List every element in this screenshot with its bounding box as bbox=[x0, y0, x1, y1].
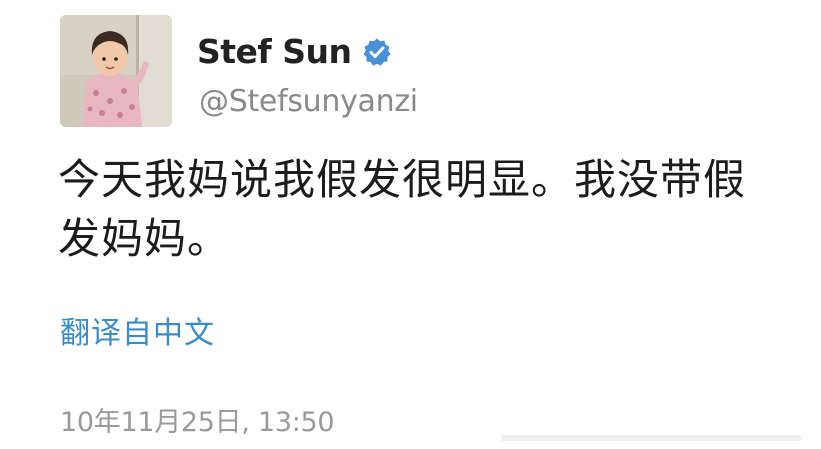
watermark bbox=[501, 430, 801, 444]
display-name[interactable]: Stef Sun bbox=[197, 30, 352, 74]
tweet-card: Stef Sun @Stefsunyanzi 今天我妈说我假发很明显。我没带假 … bbox=[0, 0, 821, 446]
avatar[interactable] bbox=[60, 15, 172, 127]
translate-link[interactable]: 翻译自中文 bbox=[60, 314, 215, 354]
avatar-photo bbox=[60, 15, 172, 127]
tweet-text: 今天我妈说我假发很明显。我没带假 发妈妈。 bbox=[58, 155, 747, 263]
user-handle[interactable]: @Stefsunyanzi bbox=[199, 82, 418, 122]
tweet-timestamp[interactable]: 10年11月25日, 13:50 bbox=[60, 405, 335, 441]
display-name-row: Stef Sun bbox=[197, 30, 392, 74]
verified-badge-icon bbox=[362, 37, 392, 67]
